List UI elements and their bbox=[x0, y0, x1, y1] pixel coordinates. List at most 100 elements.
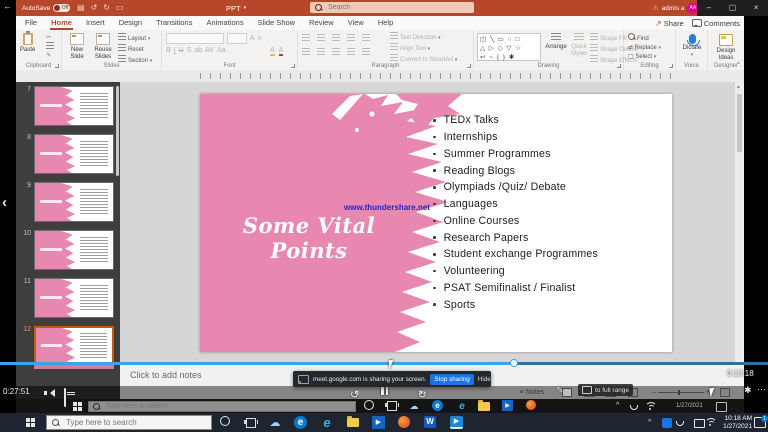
format-painter-icon[interactable]: ✎ bbox=[46, 52, 56, 60]
share-button[interactable]: ↗ Share bbox=[655, 19, 684, 28]
cortana-icon[interactable] bbox=[220, 416, 230, 426]
word-icon[interactable]: W bbox=[424, 416, 436, 428]
ribbon-tab[interactable]: Transitions bbox=[149, 16, 199, 30]
inner-task-view-icon[interactable] bbox=[386, 400, 398, 412]
slide-bullet-item[interactable]: Research Papers bbox=[433, 229, 663, 246]
undo-icon[interactable]: ↺ bbox=[91, 0, 98, 16]
fit-slide-icon[interactable] bbox=[720, 388, 730, 397]
save-icon[interactable]: ▤ bbox=[77, 0, 85, 16]
redo-icon[interactable]: ↻ bbox=[103, 0, 110, 16]
pause-button[interactable] bbox=[381, 387, 388, 395]
inner-taskbar-search[interactable] bbox=[88, 401, 356, 412]
slide-bullet-item[interactable]: PSAT Semifinalist / Finalist bbox=[433, 280, 663, 297]
autosave-toggle[interactable]: AutoSave Off bbox=[22, 3, 70, 13]
edge-icon[interactable]: e bbox=[294, 416, 307, 429]
hide-button[interactable]: Hide bbox=[478, 376, 491, 383]
zoom-out-icon[interactable]: – bbox=[652, 389, 656, 396]
font-style-button[interactable]: S bbox=[187, 47, 192, 54]
present-icon[interactable]: ▭ bbox=[116, 0, 124, 16]
action-center-icon[interactable]: 1 bbox=[754, 417, 766, 428]
align-center-icon[interactable] bbox=[317, 48, 325, 55]
inner-notification-icon[interactable] bbox=[716, 402, 727, 412]
watermark-link[interactable]: www.thundershare.net bbox=[344, 203, 430, 212]
new-slide-button[interactable]: New Slide bbox=[64, 30, 90, 60]
ribbon-tab[interactable]: View bbox=[341, 16, 371, 30]
font-style-button[interactable]: AV bbox=[205, 47, 214, 54]
zoom-slider[interactable] bbox=[658, 392, 704, 393]
font-style-button[interactable]: Aa bbox=[217, 47, 226, 54]
cut-icon[interactable]: ✂ bbox=[46, 34, 56, 42]
justify-icon[interactable] bbox=[347, 48, 355, 55]
slide-bullet-item[interactable]: Languages bbox=[433, 196, 663, 213]
inner-file-explorer-icon[interactable] bbox=[478, 400, 490, 412]
inner-edge-icon[interactable]: e bbox=[432, 400, 443, 411]
slide-title[interactable]: Some Vital Points bbox=[204, 213, 414, 263]
slide-bullet-item[interactable]: Internships bbox=[433, 129, 663, 146]
font-size-box[interactable] bbox=[227, 33, 247, 44]
search-box[interactable] bbox=[310, 2, 474, 13]
increase-indent-icon[interactable] bbox=[347, 34, 355, 41]
subtitles-icon[interactable] bbox=[64, 389, 66, 407]
slide-bullet-item[interactable]: Olympiads /Quiz/ Debate bbox=[433, 179, 663, 196]
align-right-icon[interactable] bbox=[332, 48, 340, 55]
font-style-button[interactable]: U bbox=[179, 47, 184, 54]
text-direction-button[interactable]: Text Direction ▾ bbox=[390, 32, 457, 43]
ribbon-tab[interactable]: Design bbox=[112, 16, 149, 30]
replace-button[interactable]: ⇄ Replace ▾ bbox=[628, 44, 661, 53]
font-color-icon[interactable]: A bbox=[279, 47, 284, 56]
slide-bullet-item[interactable]: Online Courses bbox=[433, 213, 663, 230]
columns-icon[interactable] bbox=[362, 48, 370, 55]
comments-button[interactable]: Comments bbox=[692, 19, 740, 28]
autosave-pill[interactable]: Off bbox=[53, 4, 70, 12]
slide-bullet-item[interactable]: Reading Blogs bbox=[433, 162, 663, 179]
meet-tray-icon[interactable] bbox=[662, 418, 672, 428]
ie-icon[interactable]: e bbox=[320, 416, 334, 430]
reset-button[interactable]: Reset bbox=[118, 44, 152, 55]
slide-bullet-item[interactable]: Sports bbox=[433, 296, 663, 313]
inner-movies-icon[interactable]: ▶ bbox=[502, 400, 513, 411]
weather-icon[interactable]: ☁ bbox=[268, 416, 282, 430]
start-button[interactable] bbox=[26, 418, 35, 427]
find-button[interactable]: Find bbox=[628, 33, 661, 44]
player-more-icon[interactable]: ⋯ bbox=[757, 384, 766, 395]
inner-start-button[interactable] bbox=[73, 402, 82, 411]
browser-ball-icon[interactable] bbox=[398, 416, 410, 428]
copy-icon[interactable] bbox=[46, 42, 56, 52]
thumbnail-scrollbar[interactable] bbox=[116, 86, 119, 176]
ribbon-tab[interactable]: Animations bbox=[199, 16, 250, 30]
align-text-button[interactable]: Align Text ▾ bbox=[390, 43, 457, 54]
quick-styles-button[interactable]: Quick Styles bbox=[568, 30, 590, 57]
slide-bullet-item[interactable]: Summer Programmes bbox=[433, 146, 663, 163]
slide-bullet-item[interactable]: TEDx Talks bbox=[433, 112, 663, 129]
rewind-button[interactable]: ↺10 bbox=[350, 385, 364, 402]
slide-thumbnail[interactable] bbox=[34, 326, 114, 366]
scroll-up-icon[interactable]: ▲ bbox=[736, 84, 741, 90]
highlight-color-icon[interactable]: A bbox=[270, 47, 275, 56]
tray-chevron-icon[interactable]: ^ bbox=[648, 419, 651, 426]
slide-thumbnail[interactable] bbox=[34, 278, 114, 318]
forward-button[interactable]: ↻30 bbox=[418, 385, 427, 402]
slide-bullet-item[interactable]: Volunteering bbox=[433, 263, 663, 280]
player-back-icon[interactable]: ← bbox=[3, 1, 12, 11]
inner-ie-icon[interactable]: e bbox=[456, 400, 468, 412]
vertical-scrollbar[interactable]: ▲ bbox=[735, 82, 743, 363]
slide-thumbnail[interactable] bbox=[34, 134, 114, 174]
shrink-font-icon[interactable]: A bbox=[258, 36, 262, 42]
media-player-icon[interactable]: ▶ bbox=[450, 416, 463, 429]
slide-bullet-item[interactable]: Student exchange Programmes bbox=[433, 246, 663, 263]
taskbar-search-input[interactable] bbox=[64, 417, 198, 428]
task-view-icon[interactable] bbox=[244, 416, 258, 430]
slide-canvas[interactable]: Some Vital Points www.thundershare.net T… bbox=[200, 94, 672, 352]
ribbon-tab[interactable]: File bbox=[18, 16, 44, 30]
maximize-button[interactable]: ▢ bbox=[721, 0, 745, 16]
ribbon-tab[interactable]: Slide Show bbox=[251, 16, 303, 30]
slide-thumbnail[interactable] bbox=[34, 182, 114, 222]
taskbar-clock[interactable]: 10:18 AM 1/27/2021 bbox=[723, 415, 752, 430]
stop-sharing-button[interactable]: Stop sharing bbox=[430, 374, 473, 385]
arrange-button[interactable]: Arrange bbox=[544, 30, 568, 51]
align-left-icon[interactable] bbox=[302, 48, 310, 55]
inner-cortana-icon[interactable] bbox=[364, 400, 374, 410]
player-settings-icon[interactable]: ✱ bbox=[744, 385, 752, 396]
display-tray-icon[interactable] bbox=[694, 419, 705, 428]
range-control[interactable]: to full range bbox=[578, 384, 633, 396]
